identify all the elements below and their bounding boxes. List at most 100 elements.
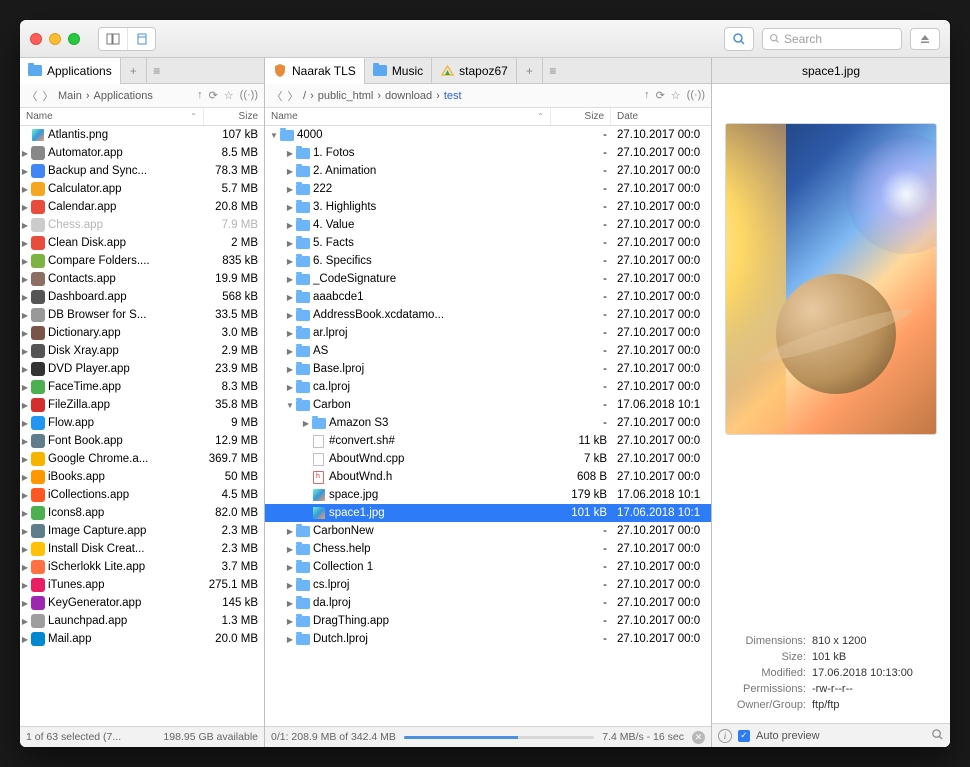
file-row[interactable]: ▶aaabcde1-27.10.2017 00:0 [265,288,711,306]
tab-music[interactable]: Music [365,58,432,83]
disclosure-icon[interactable]: ▶ [285,617,295,626]
crumb-3[interactable]: test [444,90,462,102]
up-icon[interactable]: ↑ [644,89,650,102]
file-row[interactable]: ▶222-27.10.2017 00:0 [265,180,711,198]
file-row[interactable]: space1.jpg101 kB17.06.2018 10:1 [265,504,711,522]
file-row[interactable]: ▶Dutch.lproj-27.10.2017 00:0 [265,630,711,648]
disclosure-icon[interactable]: ▶ [285,221,295,230]
broadcast-icon[interactable]: ((·)) [687,89,705,102]
file-row[interactable]: ▶iTunes.app275.1 MB [20,576,264,594]
file-row[interactable]: ▶4. Value-27.10.2017 00:0 [265,216,711,234]
disclosure-icon[interactable]: ▶ [20,257,30,266]
minimize-window[interactable] [49,33,61,45]
file-row[interactable]: ▶KeyGenerator.app145 kB [20,594,264,612]
disclosure-icon[interactable]: ▶ [20,203,30,212]
file-row[interactable]: ▶CarbonNew-27.10.2017 00:0 [265,522,711,540]
disclosure-icon[interactable]: ▶ [285,599,295,608]
file-row[interactable]: ▶FaceTime.app8.3 MB [20,378,264,396]
file-row[interactable]: ▶Chess.app7.9 MB [20,216,264,234]
disclosure-icon[interactable]: ▶ [285,347,295,356]
disclosure-icon[interactable]: ▶ [20,635,30,644]
file-row[interactable]: hAboutWnd.h608 B27.10.2017 00:0 [265,468,711,486]
disclosure-icon[interactable]: ▶ [20,383,30,392]
file-row[interactable]: ▶cs.lproj-27.10.2017 00:0 [265,576,711,594]
disclosure-icon[interactable]: ▶ [20,185,30,194]
file-row[interactable]: ▶6. Specifics-27.10.2017 00:0 [265,252,711,270]
disclosure-icon[interactable]: ▶ [20,581,30,590]
disclosure-icon[interactable]: ▶ [20,599,30,608]
tab-naarak[interactable]: Naarak TLS [265,58,365,83]
nav-back[interactable]: 〈 [26,88,38,104]
nav-forward[interactable]: 〉 [287,88,299,104]
file-row[interactable]: Atlantis.png107 kB [20,126,264,144]
file-row[interactable]: ▶Google Chrome.a...369.7 MB [20,450,264,468]
file-row[interactable]: ▶Icons8.app82.0 MB [20,504,264,522]
crumb-2[interactable]: download [385,90,432,102]
disclosure-icon[interactable]: ▶ [20,401,30,410]
file-row[interactable]: ▶Automator.app8.5 MB [20,144,264,162]
disclosure-icon[interactable]: ▶ [20,239,30,248]
crumb-main[interactable]: Main [58,90,82,102]
disclosure-icon[interactable]: ▶ [285,545,295,554]
file-row[interactable]: ▶Image Capture.app2.3 MB [20,522,264,540]
disclosure-icon[interactable]: ▶ [20,149,30,158]
file-row[interactable]: ▶_CodeSignature-27.10.2017 00:0 [265,270,711,288]
star-icon[interactable]: ☆ [671,89,681,102]
disclosure-icon[interactable]: ▶ [20,617,30,626]
disclosure-icon[interactable]: ▶ [285,635,295,644]
disclosure-icon[interactable]: ▶ [285,365,295,374]
crumb-applications[interactable]: Applications [94,90,153,102]
disclosure-icon[interactable]: ▶ [20,347,30,356]
disclosure-icon[interactable]: ▶ [20,329,30,338]
find-button[interactable] [725,28,753,50]
crumb-1[interactable]: public_html [318,90,374,102]
disclosure-icon[interactable]: ▶ [20,473,30,482]
disclosure-icon[interactable]: ▶ [20,419,30,428]
file-row[interactable]: ▶iBooks.app50 MB [20,468,264,486]
file-row[interactable]: ▶Dictionary.app3.0 MB [20,324,264,342]
add-tab-left[interactable]: + [121,58,147,83]
file-row[interactable]: ▶5. Facts-27.10.2017 00:0 [265,234,711,252]
nav-forward[interactable]: 〉 [42,88,54,104]
nav-back[interactable]: 〈 [271,88,283,104]
col-size[interactable]: Size [551,108,611,125]
file-row[interactable]: ▼Carbon-17.06.2018 10:1 [265,396,711,414]
disclosure-icon[interactable]: ▶ [20,293,30,302]
cancel-transfer[interactable]: ✕ [692,731,705,744]
disclosure-icon[interactable]: ▶ [285,185,295,194]
file-row[interactable]: ▶Chess.help-27.10.2017 00:0 [265,540,711,558]
disclosure-icon[interactable]: ▶ [285,275,295,284]
file-row[interactable]: ▶FileZilla.app35.8 MB [20,396,264,414]
file-row[interactable]: ▶da.lproj-27.10.2017 00:0 [265,594,711,612]
tab-menu-mid[interactable]: ≡ [543,58,563,83]
close-window[interactable] [30,33,42,45]
disclosure-icon[interactable]: ▼ [269,131,279,140]
disclosure-icon[interactable]: ▶ [285,203,295,212]
disclosure-icon[interactable]: ▶ [20,491,30,500]
file-row[interactable]: ▶DB Browser for S...33.5 MB [20,306,264,324]
view-mode-2[interactable] [127,28,155,50]
file-row[interactable]: ▶Disk Xray.app2.9 MB [20,342,264,360]
file-row[interactable]: ▼4000-27.10.2017 00:0 [265,126,711,144]
file-row[interactable]: ▶DragThing.app-27.10.2017 00:0 [265,612,711,630]
disclosure-icon[interactable]: ▶ [20,455,30,464]
disclosure-icon[interactable]: ▶ [285,563,295,572]
disclosure-icon[interactable]: ▶ [285,383,295,392]
refresh-icon[interactable]: ⟳ [656,89,665,102]
broadcast-icon[interactable]: ((·)) [240,89,258,102]
mid-file-list[interactable]: ▼4000-27.10.2017 00:0▶1. Fotos-27.10.201… [265,126,711,726]
file-row[interactable]: ▶Flow.app9 MB [20,414,264,432]
file-row[interactable]: ▶Mail.app20.0 MB [20,630,264,648]
disclosure-icon[interactable]: ▶ [285,581,295,590]
col-date[interactable]: Date [611,108,711,125]
crumb-root[interactable]: / [303,90,306,102]
file-row[interactable]: ▶AS-27.10.2017 00:0 [265,342,711,360]
file-row[interactable]: ▶Contacts.app19.9 MB [20,270,264,288]
disclosure-icon[interactable]: ▶ [20,221,30,230]
file-row[interactable]: ▶2. Animation-27.10.2017 00:0 [265,162,711,180]
zoom-window[interactable] [68,33,80,45]
disclosure-icon[interactable]: ▶ [20,167,30,176]
disclosure-icon[interactable]: ▶ [20,545,30,554]
file-row[interactable]: ▶Install Disk Creat...2.3 MB [20,540,264,558]
file-row[interactable]: ▶Collection 1-27.10.2017 00:0 [265,558,711,576]
